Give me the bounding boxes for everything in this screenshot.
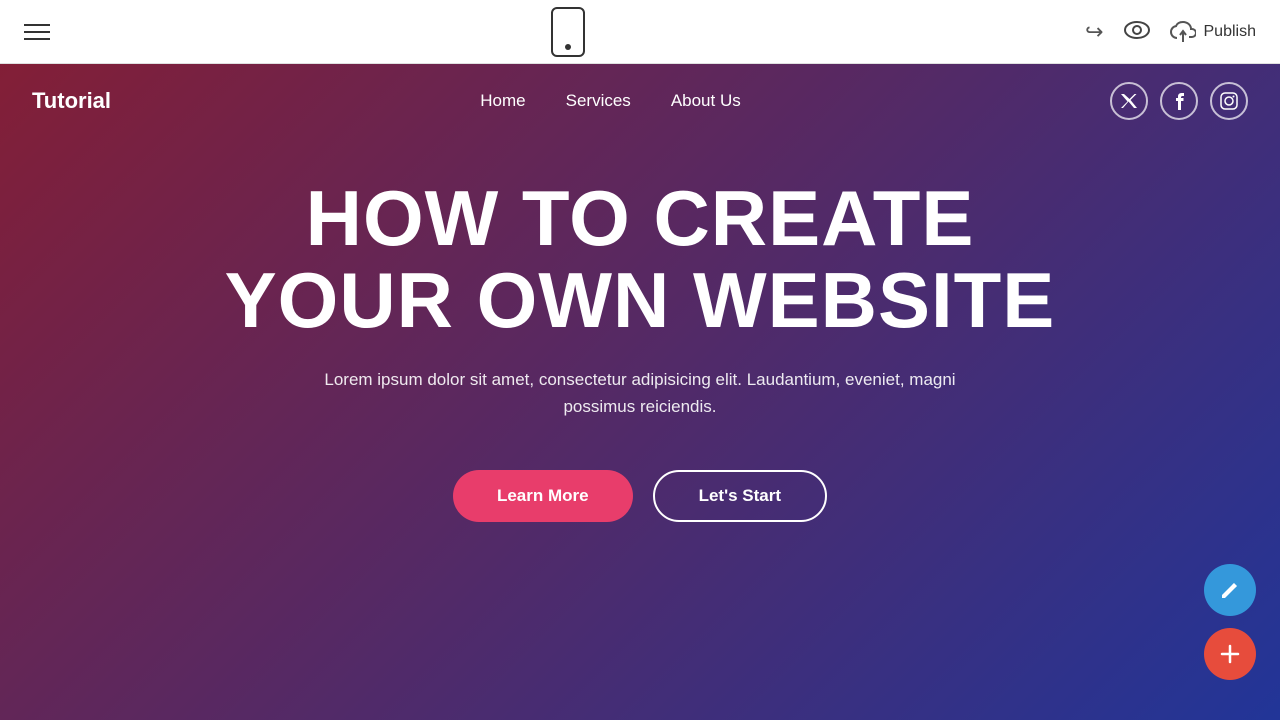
preview-eye-icon[interactable] [1124, 19, 1150, 45]
site-nav-links: Home Services About Us [480, 91, 740, 111]
site-navbar: Tutorial Home Services About Us [0, 64, 1280, 138]
nav-link-about[interactable]: About Us [671, 91, 741, 111]
mobile-preview-icon[interactable] [551, 7, 585, 57]
learn-more-button[interactable]: Learn More [453, 470, 633, 522]
nav-link-home[interactable]: Home [480, 91, 525, 111]
twitter-icon[interactable] [1110, 82, 1148, 120]
undo-icon[interactable]: ↩ [1085, 19, 1103, 45]
toolbar-center [551, 7, 585, 57]
site-logo: Tutorial [32, 88, 111, 114]
hero-title: HOW TO CREATE YOUR OWN WEBSITE [225, 178, 1056, 342]
cloud-upload-icon [1170, 21, 1196, 43]
edit-fab-button[interactable] [1204, 564, 1256, 616]
publish-button[interactable]: Publish [1170, 21, 1256, 43]
pencil-icon [1219, 579, 1241, 601]
social-icons-group [1110, 82, 1248, 120]
instagram-icon[interactable] [1210, 82, 1248, 120]
fab-container [1204, 564, 1256, 680]
toolbar: ↩ Publish [0, 0, 1280, 64]
facebook-icon[interactable] [1160, 82, 1198, 120]
nav-link-services[interactable]: Services [566, 91, 631, 111]
add-fab-button[interactable] [1204, 628, 1256, 680]
lets-start-button[interactable]: Let's Start [653, 470, 827, 522]
preview-area: Tutorial Home Services About Us [0, 64, 1280, 720]
toolbar-right: ↩ Publish [1085, 19, 1256, 45]
hero-content: HOW TO CREATE YOUR OWN WEBSITE Lorem ips… [125, 138, 1156, 522]
hamburger-menu-icon[interactable] [24, 24, 50, 40]
hero-subtitle: Lorem ipsum dolor sit amet, consectetur … [290, 366, 990, 420]
hero-buttons: Learn More Let's Start [453, 470, 827, 522]
toolbar-left [24, 24, 50, 40]
publish-label: Publish [1204, 23, 1256, 41]
plus-icon [1219, 643, 1241, 665]
